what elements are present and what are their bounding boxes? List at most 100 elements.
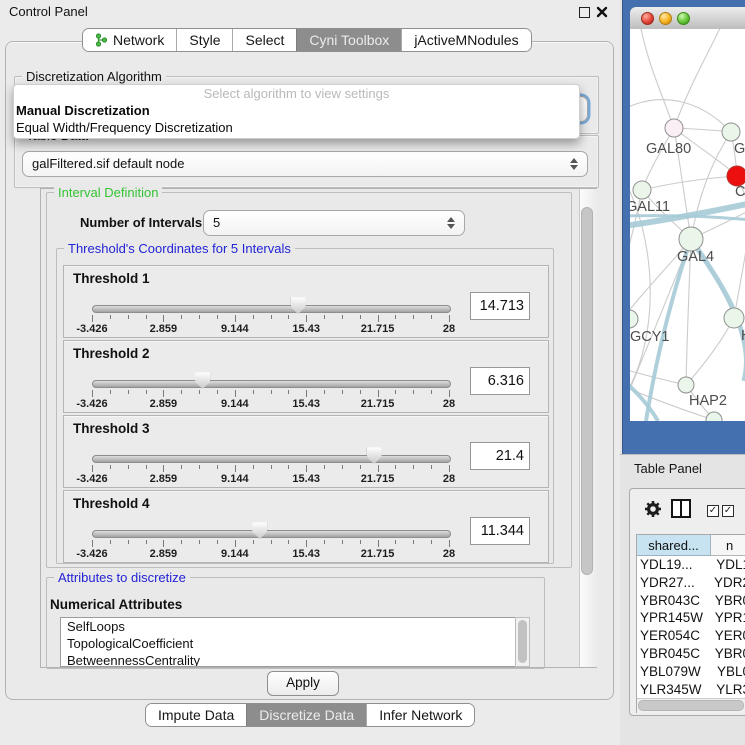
table-data-selected: galFiltered.sif default node	[32, 156, 184, 171]
bottom-tab-infer-network[interactable]: Infer Network	[366, 704, 474, 726]
gear-icon[interactable]	[644, 500, 662, 518]
vertical-scrollbar-thumb[interactable]	[581, 207, 593, 575]
slider-tick	[128, 315, 129, 319]
threshold-value-field[interactable]: 6.316	[470, 367, 530, 395]
table-cell-name[interactable]: YPR1	[708, 609, 745, 627]
horizontal-scrollbar-thumb[interactable]	[638, 700, 744, 711]
zoom-traffic-light[interactable]	[677, 12, 690, 25]
float-window-icon[interactable]	[579, 7, 590, 18]
threshold-slider-track[interactable]	[92, 305, 451, 313]
number-of-intervals-label: Number of Intervals	[80, 215, 202, 230]
threshold-label: Threshold 4	[73, 496, 150, 511]
network-node-ga[interactable]	[722, 123, 740, 141]
network-edge[interactable]	[674, 29, 722, 128]
network-node-h[interactable]	[724, 308, 744, 328]
table-cell-name[interactable]: YLR3	[709, 681, 745, 699]
attributes-group-title: Attributes to discretize	[54, 570, 190, 585]
algorithm-option[interactable]: Equal Width/Frequency Discretization	[14, 119, 579, 136]
table-cell-name[interactable]: YBL0	[710, 663, 745, 681]
column-header-name[interactable]: n	[711, 535, 745, 556]
network-edge[interactable]	[734, 224, 745, 318]
attribute-list-item[interactable]: TopologicalCoefficient	[61, 636, 515, 652]
slider-tick	[163, 390, 164, 397]
table-row[interactable]: YPR145WYPR1	[637, 609, 745, 627]
slider-tick-label: 15.43	[292, 548, 320, 560]
attribute-list-item[interactable]: SelfLoops	[61, 619, 515, 635]
table-data-combobox[interactable]: galFiltered.sif default node	[22, 151, 588, 177]
table-cell-name[interactable]: YER0	[708, 627, 745, 645]
table-cell-shared-name[interactable]: YPR145W	[637, 609, 708, 627]
threshold-value-field[interactable]: 14.713	[470, 292, 530, 320]
split-panel-icon[interactable]	[671, 499, 691, 518]
table-row[interactable]: YBL079WYBL0	[637, 663, 745, 681]
table-cell-shared-name[interactable]: YLR345W	[637, 681, 709, 699]
slider-tick-label: 15.43	[292, 398, 320, 410]
threshold-slider-track[interactable]	[92, 530, 451, 538]
table-row[interactable]: YDL19...YDL1	[637, 556, 745, 574]
bottom-tab-discretize-data[interactable]: Discretize Data	[246, 704, 366, 726]
slider-tick	[271, 390, 272, 394]
table-cell-name[interactable]: YDR2	[707, 574, 745, 592]
combo-stepper[interactable]	[447, 217, 455, 229]
table-body: YDL19...YDL1YDR27...YDR2YBR043CYBR0YPR14…	[637, 556, 745, 713]
table-cell-shared-name[interactable]: YDR27...	[637, 574, 707, 592]
table-row[interactable]: YBR043CYBR0	[637, 592, 745, 610]
checkbox-icon[interactable]: ✓	[707, 505, 719, 517]
tab-network[interactable]: Network	[83, 29, 176, 51]
tab-jactivemnodules[interactable]: jActiveMNodules	[401, 29, 530, 51]
threshold-slider-track[interactable]	[92, 455, 451, 463]
network-node-gal11[interactable]	[633, 181, 651, 199]
table-cell-name[interactable]: YBR0	[708, 645, 745, 663]
apply-button[interactable]: Apply	[267, 671, 339, 696]
network-view-canvas[interactable]: GAL80GACGAL11GAL4GCY1HHAP2	[630, 29, 745, 421]
numerical-attributes-list[interactable]: SelfLoopsTopologicalCoefficientBetweenne…	[60, 617, 516, 667]
combo-stepper[interactable]	[570, 158, 578, 170]
network-edge[interactable]	[642, 128, 674, 190]
close-traffic-light[interactable]	[641, 12, 654, 25]
algorithm-option[interactable]: Manual Discretization	[14, 102, 579, 119]
list-scrollbar-track[interactable]	[515, 617, 530, 667]
table-cell-name[interactable]: YBR0	[708, 592, 745, 610]
table-row[interactable]: YLR345WYLR3	[637, 681, 745, 699]
tab-cyni-toolbox[interactable]: Cyni Toolbox	[296, 29, 401, 51]
slider-tick	[110, 315, 111, 319]
algorithm-placeholder-item[interactable]: Select algorithm to view settings	[14, 85, 579, 102]
network-edge[interactable]	[630, 369, 686, 385]
table-row[interactable]: YBR045CYBR0	[637, 645, 745, 663]
table-cell-shared-name[interactable]: YER054C	[637, 627, 708, 645]
minimize-traffic-light[interactable]	[659, 12, 672, 25]
network-window-titlebar[interactable]	[630, 7, 745, 30]
bottom-tab-impute-data[interactable]: Impute Data	[146, 704, 246, 726]
table-cell-shared-name[interactable]: YBR043C	[637, 592, 708, 610]
network-edge[interactable]	[640, 29, 674, 128]
threshold-value-field[interactable]: 21.4	[470, 442, 530, 470]
network-node-gal80[interactable]	[665, 119, 683, 137]
threshold-slider-track[interactable]	[92, 380, 451, 388]
network-edge[interactable]	[686, 318, 734, 385]
network-node-gal4[interactable]	[679, 227, 703, 251]
tab-select[interactable]: Select	[232, 29, 296, 51]
slider-tick-label: 9.144	[221, 323, 249, 335]
table-cell-shared-name[interactable]: YBL079W	[637, 663, 710, 681]
network-node-gcy1[interactable]	[630, 310, 638, 328]
network-node-c[interactable]	[727, 166, 745, 186]
table-cell-name[interactable]: YDL1	[709, 556, 745, 574]
number-of-intervals-combobox[interactable]: 5	[203, 210, 465, 236]
table-cell-shared-name[interactable]: YBR045C	[637, 645, 708, 663]
table-row[interactable]: YDR27...YDR2	[637, 574, 745, 592]
slider-tick	[342, 465, 343, 469]
attribute-list-item[interactable]: BetweennessCentrality	[61, 653, 515, 667]
column-header-shared-name[interactable]: shared...	[637, 535, 711, 556]
threshold-value-field[interactable]: 11.344	[470, 517, 530, 545]
slider-tick	[217, 390, 218, 394]
table-row[interactable]: YER054CYER0	[637, 627, 745, 645]
table-cell-shared-name[interactable]: YDL19...	[637, 556, 709, 574]
slider-tick	[342, 540, 343, 544]
tab-style[interactable]: Style	[176, 29, 232, 51]
network-node-hap2[interactable]	[678, 377, 694, 393]
checkbox-icon[interactable]: ✓	[722, 505, 734, 517]
tab-label: Cyni Toolbox	[309, 32, 389, 48]
close-icon[interactable]	[596, 6, 608, 18]
network-edge[interactable]	[642, 176, 737, 190]
list-scrollbar-thumb[interactable]	[518, 620, 527, 663]
